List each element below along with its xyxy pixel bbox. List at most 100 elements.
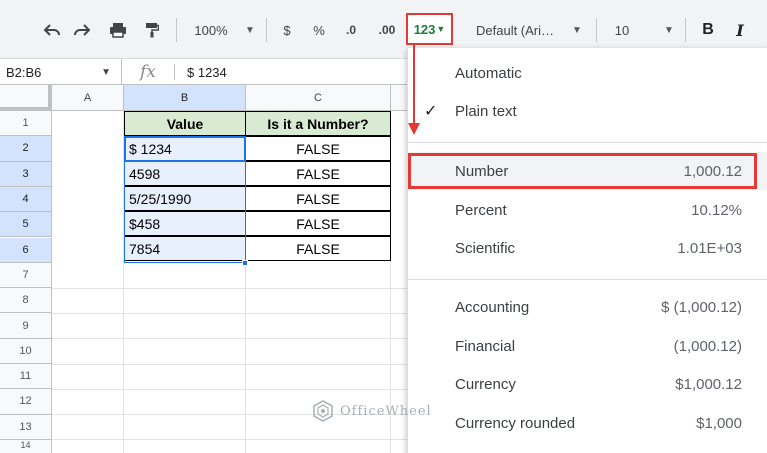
fill-handle[interactable]	[242, 260, 248, 266]
name-box[interactable]: B2:B6 ▼	[0, 59, 122, 85]
table-cell-result[interactable]: FALSE	[245, 136, 391, 161]
cell-text: 7854	[129, 240, 161, 257]
menu-item-currency[interactable]: Currency $1,000.12	[408, 365, 767, 403]
column-header-a[interactable]: A	[52, 85, 124, 111]
row-header-14[interactable]: 14	[0, 439, 52, 453]
bold-label: B	[702, 21, 714, 38]
formula-input[interactable]: $ 1234	[187, 59, 227, 85]
menu-item-label: Automatic	[455, 64, 522, 82]
cell-text: $458	[129, 215, 161, 232]
paint-format-button[interactable]	[140, 16, 164, 44]
table-cell-value[interactable]: $ 1234	[124, 136, 246, 161]
row-label: 7	[22, 268, 29, 281]
row-header-1[interactable]: 1	[0, 111, 52, 137]
row-label: 12	[19, 395, 32, 408]
undo-button[interactable]	[40, 16, 64, 44]
name-box-caret-icon[interactable]: ▼	[101, 59, 111, 85]
row-header-11[interactable]: 11	[0, 364, 52, 390]
column-header-b[interactable]: B	[124, 85, 246, 111]
menu-item-percent[interactable]: Percent 10.12%	[408, 191, 767, 229]
percent-format-button[interactable]: %	[310, 16, 328, 44]
currency-format-button[interactable]: $	[278, 16, 296, 44]
row-header-3[interactable]: 3	[0, 161, 52, 187]
row-header-6[interactable]: 6	[0, 237, 52, 263]
print-button[interactable]	[106, 16, 130, 44]
row-header-4[interactable]: 4	[0, 186, 52, 213]
header-label: Is it a Number?	[267, 115, 369, 132]
font-size-select[interactable]: 10	[610, 16, 634, 44]
row-header-8[interactable]: 8	[0, 288, 52, 314]
italic-button[interactable]: I	[730, 16, 750, 44]
formula-value: $ 1234	[187, 64, 227, 80]
menu-item-label: Financial	[455, 337, 516, 355]
row-label: 14	[20, 439, 31, 450]
font-family-caret-icon[interactable]: ▼	[572, 16, 582, 44]
cell-text: 5/25/1990	[129, 190, 192, 207]
row-header-7[interactable]: 7	[0, 262, 52, 289]
font-family-select[interactable]: Default (Ari…	[476, 16, 566, 44]
name-box-value: B2:B6	[6, 64, 42, 80]
table-cell-result[interactable]: FALSE	[245, 186, 391, 211]
cell-text: FALSE	[296, 215, 340, 232]
header-cell-value[interactable]: Value	[124, 111, 246, 136]
table-cell-result[interactable]: FALSE	[245, 161, 391, 186]
menu-item-scientific[interactable]: Scientific 1.01E+03	[408, 229, 767, 267]
table-cell-value[interactable]: 4598	[124, 161, 246, 186]
row-label: 3	[22, 167, 29, 180]
cell-text: FALSE	[296, 140, 340, 157]
decrease-decimal-button[interactable]: .0	[340, 16, 362, 44]
more-formats-button[interactable]: 123 ▼	[406, 13, 453, 45]
row-header-13[interactable]: 13	[0, 414, 52, 440]
cell-text: FALSE	[296, 165, 340, 182]
more-formats-label: 123	[413, 21, 436, 37]
font-size-caret-icon[interactable]: ▼	[664, 16, 674, 44]
row-header-2[interactable]: 2	[0, 136, 52, 162]
increase-decimal-label: .00	[378, 23, 396, 37]
cell-text: 4598	[129, 165, 161, 182]
row-label: 1	[22, 117, 29, 130]
menu-item-example: (1,000.12)	[673, 337, 742, 355]
zoom-value: 100%	[194, 22, 228, 38]
print-icon	[110, 23, 126, 38]
zoom-caret-icon[interactable]: ▼	[245, 16, 255, 44]
undo-icon	[43, 24, 60, 36]
menu-item-currency-rounded[interactable]: Currency rounded $1,000	[408, 404, 767, 442]
menu-item-automatic[interactable]: Automatic	[408, 54, 767, 92]
arrow-head-icon	[408, 123, 420, 135]
row-header-10[interactable]: 10	[0, 338, 52, 364]
redo-icon	[74, 24, 91, 36]
table-cell-result[interactable]: FALSE	[245, 211, 391, 236]
watermark: OfficeWheel	[312, 400, 432, 422]
menu-item-label: Accounting	[455, 298, 530, 316]
header-label: Value	[166, 115, 204, 132]
redo-button[interactable]	[70, 16, 94, 44]
table-cell-value[interactable]: 7854	[124, 236, 246, 261]
table-cell-value[interactable]: 5/25/1990	[124, 186, 246, 211]
menu-item-example: 1.01E+03	[677, 239, 742, 257]
menu-item-accounting[interactable]: Accounting $ (1,000.12)	[408, 288, 767, 326]
menu-item-label: Scientific	[455, 239, 516, 257]
menu-item-example: $1,000	[696, 414, 742, 432]
more-formats-caret-icon: ▼	[436, 24, 446, 34]
column-header-c[interactable]: C	[246, 85, 391, 111]
menu-item-plain-text[interactable]: ✓ Plain text	[408, 92, 767, 130]
increase-decimal-button[interactable]: .00	[373, 16, 401, 44]
bold-button[interactable]: B	[698, 16, 718, 44]
decrease-decimal-label: .0	[345, 23, 356, 37]
row-label: 8	[22, 294, 29, 307]
header-cell-is-number[interactable]: Is it a Number?	[245, 111, 391, 136]
menu-item-example: $1,000.12	[675, 375, 742, 393]
row-header-12[interactable]: 12	[0, 389, 52, 415]
cell-text: FALSE	[296, 190, 340, 207]
table-cell-result[interactable]: FALSE	[245, 236, 391, 261]
menu-item-financial[interactable]: Financial (1,000.12)	[408, 327, 767, 365]
number-format-menu: Automatic ✓ Plain text Number 1,000.12 Per…	[407, 48, 767, 453]
menu-divider	[408, 142, 767, 143]
row-header-5[interactable]: 5	[0, 212, 52, 238]
menu-item-example: $ (1,000.12)	[661, 298, 742, 316]
menu-item-label: Currency	[455, 375, 516, 393]
zoom-select[interactable]: 100%	[189, 16, 233, 44]
select-all-corner[interactable]	[0, 85, 52, 111]
row-header-9[interactable]: 9	[0, 313, 52, 339]
table-cell-value[interactable]: $458	[124, 211, 246, 236]
